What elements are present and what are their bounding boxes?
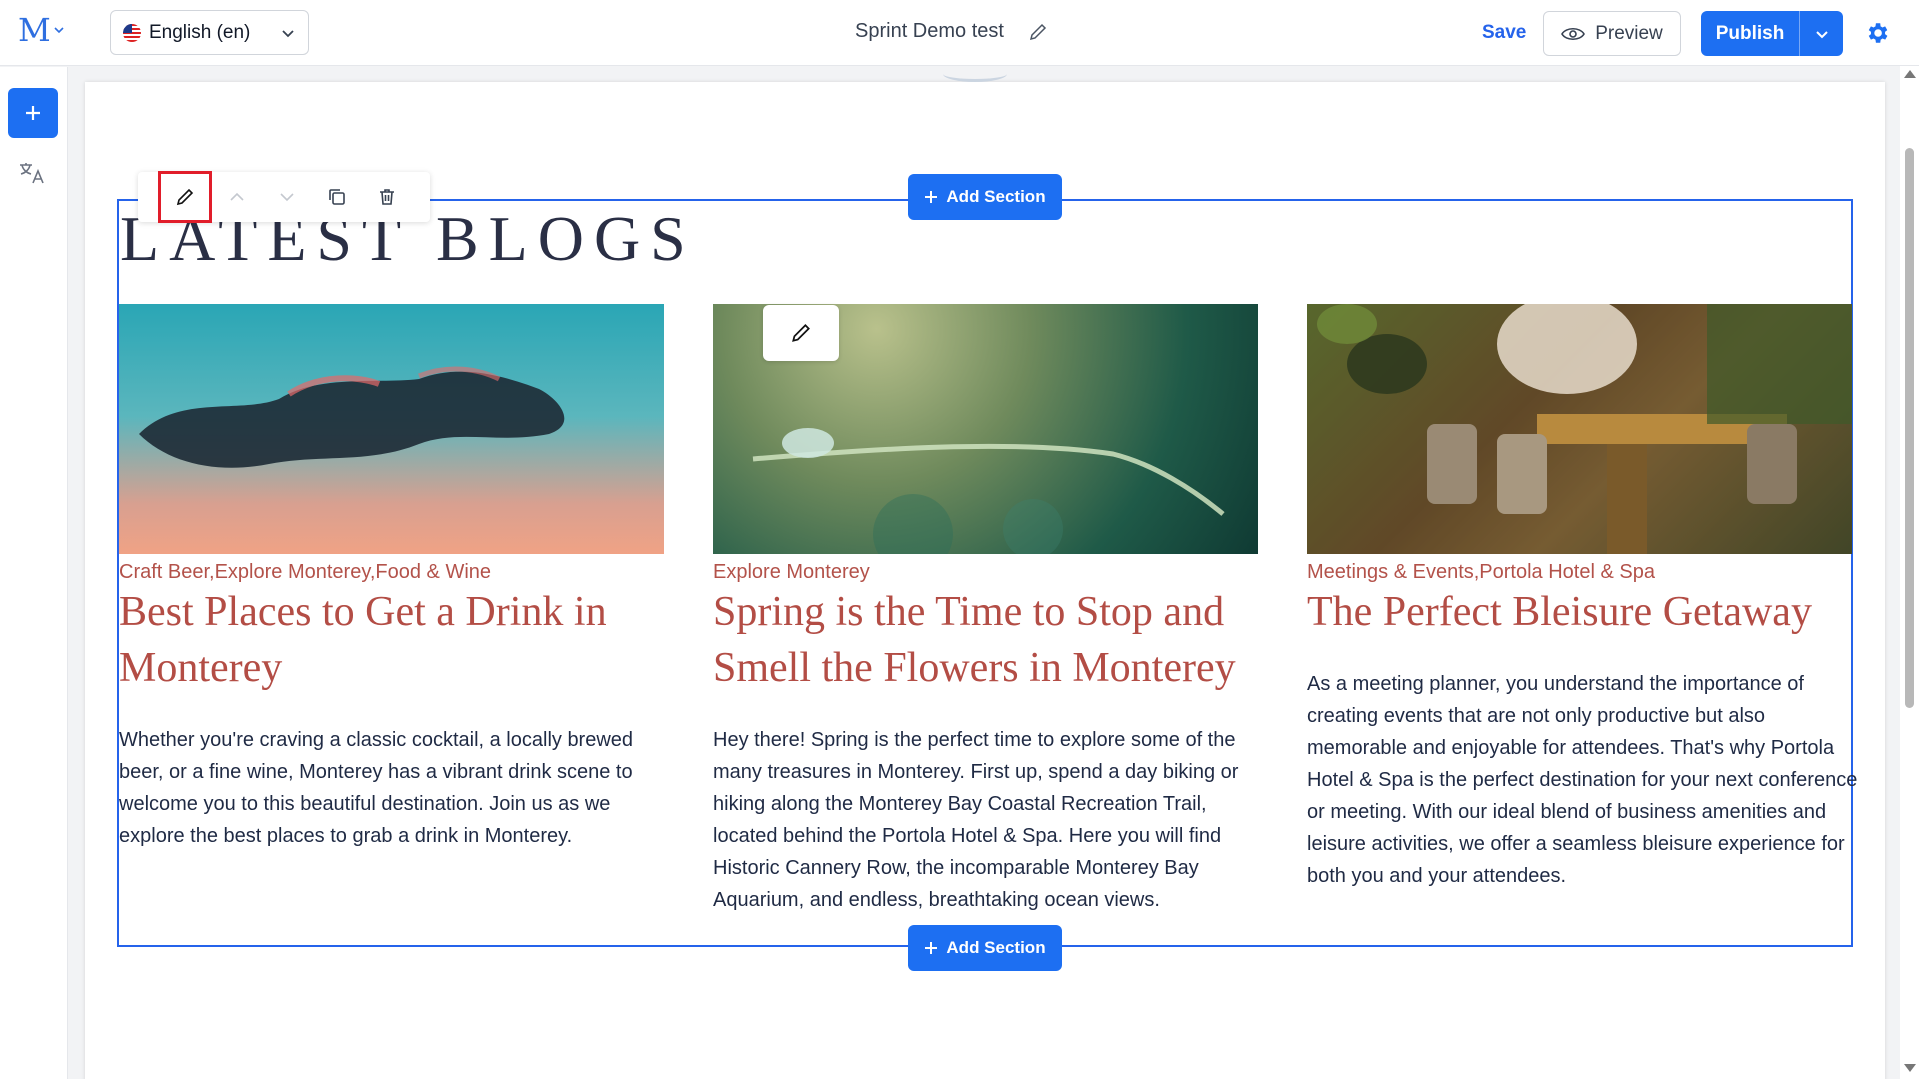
- plus-icon: [925, 942, 938, 954]
- language-label: English (en): [149, 21, 251, 43]
- preview-button[interactable]: Preview: [1543, 11, 1681, 56]
- chevron-down-icon: [1815, 30, 1828, 38]
- scroll-up-arrow[interactable]: [1904, 70, 1916, 78]
- duplicate-button[interactable]: [312, 172, 362, 222]
- blog-card[interactable]: Explore Monterey Spring is the Time to S…: [713, 304, 1258, 916]
- add-section-button-top[interactable]: Add Section: [908, 174, 1062, 220]
- edit-image-button[interactable]: [763, 305, 839, 361]
- chevron-down-icon: [54, 27, 64, 34]
- app-logo: M: [18, 11, 51, 49]
- eye-icon: [1561, 27, 1586, 40]
- add-element-button[interactable]: [8, 88, 58, 138]
- translate-icon[interactable]: [18, 161, 46, 185]
- blog-categories[interactable]: Meetings & Events,Portola Hotel & Spa: [1307, 560, 1852, 584]
- plus-icon: [925, 191, 938, 203]
- move-down-button[interactable]: [262, 172, 312, 222]
- move-up-button[interactable]: [212, 172, 262, 222]
- publish-button[interactable]: Publish: [1701, 11, 1843, 56]
- blog-image-clouds[interactable]: [119, 304, 664, 554]
- scroll-down-arrow[interactable]: [1904, 1064, 1916, 1072]
- publish-options-button[interactable]: [1799, 11, 1843, 56]
- left-rail: [0, 67, 68, 1079]
- save-button[interactable]: Save: [1482, 22, 1526, 44]
- top-bar: M English (en) Sprint Demo test Save Pre…: [0, 0, 1919, 66]
- blog-excerpt: As a meeting planner, you understand the…: [1307, 673, 1858, 887]
- preview-label: Preview: [1595, 22, 1663, 44]
- dining-room-illustration: [1307, 304, 1852, 554]
- add-section-label: Add Section: [946, 187, 1046, 206]
- us-flag-icon: [123, 23, 141, 42]
- blog-categories[interactable]: Craft Beer,Explore Monterey,Food & Wine: [119, 560, 664, 584]
- pencil-icon: [792, 324, 810, 342]
- blog-card[interactable]: Craft Beer,Explore Monterey,Food & Wine …: [119, 304, 664, 852]
- clouds-illustration: [139, 366, 565, 468]
- scroll-thumb[interactable]: [1905, 148, 1914, 708]
- language-selector[interactable]: English (en): [110, 10, 309, 55]
- blog-title[interactable]: The Perfect Bleisure Getaway: [1307, 584, 1852, 640]
- blog-card[interactable]: Meetings & Events,Portola Hotel & Spa Th…: [1307, 304, 1857, 892]
- add-section-button-bottom[interactable]: Add Section: [908, 925, 1062, 971]
- blog-excerpt: Hey there! Spring is the perfect time to…: [713, 729, 1239, 911]
- vertical-scrollbar[interactable]: [1900, 66, 1919, 1079]
- decorative-shape: [943, 66, 1007, 82]
- document-title: Sprint Demo test: [855, 20, 1048, 43]
- trash-icon: [380, 189, 394, 205]
- blog-excerpt: Whether you're craving a classic cocktai…: [119, 729, 634, 847]
- blog-categories[interactable]: Explore Monterey: [713, 560, 1258, 584]
- chevron-down-icon: [280, 193, 294, 202]
- add-section-label: Add Section: [946, 938, 1046, 957]
- chevron-down-icon: [282, 29, 294, 37]
- publish-label: Publish: [1715, 22, 1785, 44]
- document-title-text: Sprint Demo test: [855, 20, 1004, 42]
- pencil-icon[interactable]: [1028, 22, 1048, 42]
- blog-title[interactable]: Best Places to Get a Drink in Monterey: [119, 584, 664, 696]
- pencil-icon: [176, 188, 194, 206]
- blog-title[interactable]: Spring is the Time to Stop and Smell the…: [713, 584, 1258, 696]
- copy-icon: [329, 189, 345, 205]
- gear-icon[interactable]: [1864, 20, 1890, 46]
- plus-icon: [26, 106, 40, 120]
- blog-image-dining-room[interactable]: [1307, 304, 1852, 554]
- chevron-up-icon: [230, 192, 244, 201]
- app-logo-menu[interactable]: M: [18, 14, 65, 46]
- edit-section-button[interactable]: [158, 171, 212, 223]
- delete-button[interactable]: [362, 172, 412, 222]
- section-toolbar: [138, 171, 430, 223]
